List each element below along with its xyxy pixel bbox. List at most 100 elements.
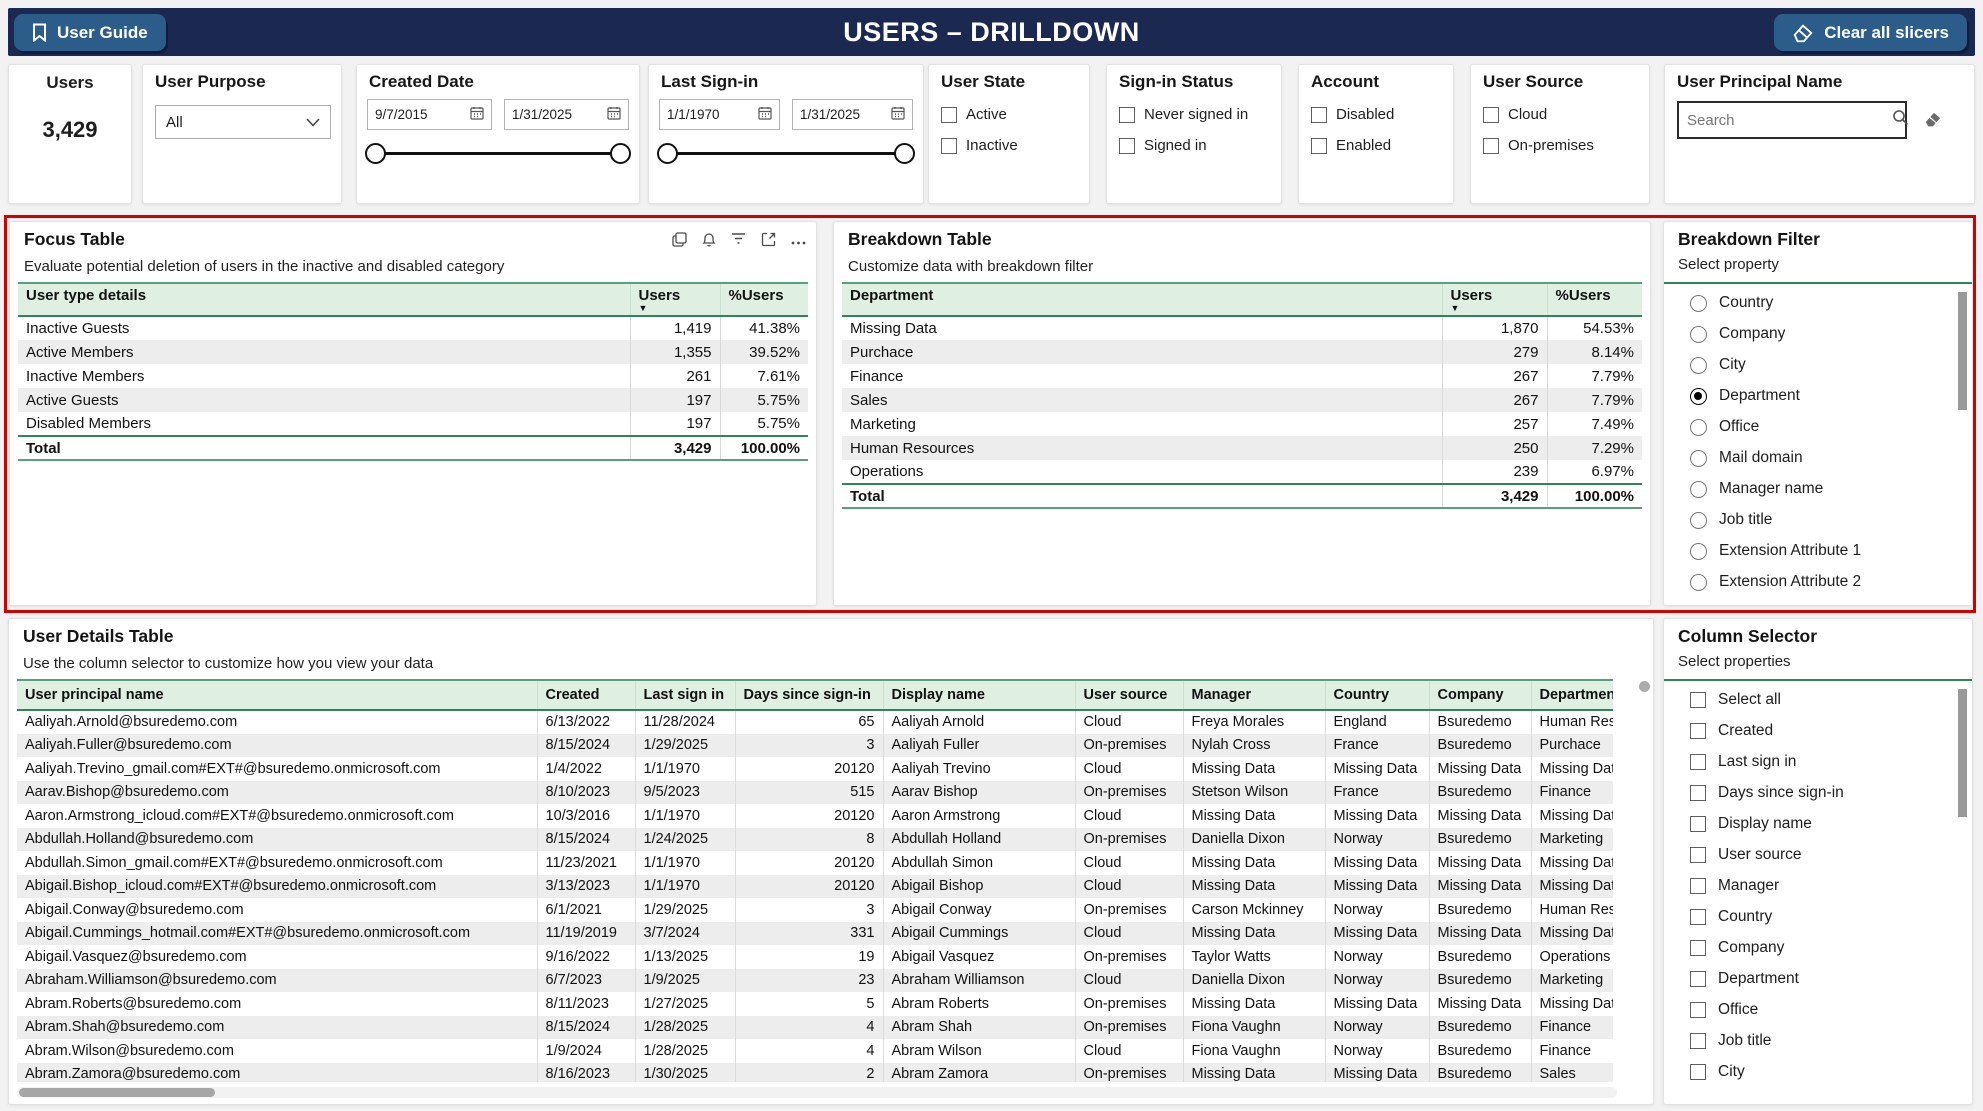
created-date-start-input[interactable]: 9/7/2015 (367, 99, 492, 130)
checkbox-disabled[interactable]: Disabled (1311, 106, 1394, 123)
vertical-scrollbar[interactable] (1958, 689, 1967, 817)
table-row[interactable]: Aaliyah.Fuller@bsuredemo.com 8/15/2024 1/2… (17, 733, 1613, 757)
column-header[interactable]: Display name (882, 679, 1075, 711)
table-row[interactable]: Inactive Guests 1,419 41.38% (18, 316, 808, 340)
radio-option-company[interactable]: Company (1690, 325, 1785, 343)
copy-icon[interactable] (672, 232, 687, 252)
vertical-scrollbar-thumb[interactable] (1639, 681, 1650, 692)
radio-option-department[interactable]: Department (1690, 387, 1800, 405)
table-row[interactable]: Abigail.Bishop_icloud.com#EXT#@bsuredemo… (17, 874, 1613, 898)
date-range-slider-track[interactable] (377, 152, 621, 155)
more-options-icon[interactable] (791, 232, 806, 252)
table-row[interactable]: Abram.Shah@bsuredemo.com 8/15/2024 1/28/20… (17, 1015, 1613, 1039)
checkbox-on-premises[interactable]: On-premises (1483, 137, 1594, 154)
radio-option-mail-domain[interactable]: Mail domain (1690, 449, 1803, 467)
column-header[interactable]: Last sign in (634, 679, 735, 711)
column-header[interactable]: Department (842, 282, 1442, 317)
radio-option-country[interactable]: Country (1690, 294, 1773, 312)
checkbox-option-department[interactable]: Department (1690, 970, 1799, 988)
checkbox-option-display-name[interactable]: Display name (1690, 815, 1812, 833)
horizontal-scrollbar-track[interactable] (17, 1087, 1617, 1098)
focus-mode-icon[interactable] (761, 232, 776, 252)
column-header[interactable]: %Users (1546, 282, 1642, 317)
table-row[interactable]: Abigail.Vasquez@bsuredemo.com 9/16/2022 1/… (17, 945, 1613, 969)
table-row[interactable]: Missing Data 1,870 54.53% (842, 316, 1642, 340)
column-header[interactable]: User type details (18, 282, 630, 317)
column-header-sorted[interactable]: Users ▼ (1441, 282, 1547, 317)
checkbox-option-user-source[interactable]: User source (1690, 846, 1802, 864)
table-row[interactable]: Active Members 1,355 39.52% (18, 340, 808, 364)
created-date-end-input[interactable]: 1/31/2025 (504, 99, 629, 130)
date-range-slider-handle-right[interactable] (894, 143, 915, 164)
checkbox-option-company[interactable]: Company (1690, 939, 1784, 957)
table-row[interactable]: Abram.Zamora@bsuredemo.com 8/16/2023 1/30/… (17, 1062, 1613, 1082)
table-row[interactable]: Abram.Roberts@bsuredemo.com 8/11/2023 1/27… (17, 992, 1613, 1016)
radio-option-extension-attribute-2[interactable]: Extension Attribute 2 (1690, 573, 1861, 591)
column-header-sorted[interactable]: Users ▼ (629, 282, 720, 317)
column-header[interactable]: User principal name (17, 679, 537, 711)
vertical-scrollbar[interactable] (1958, 292, 1967, 410)
checkbox-label: Enabled (1336, 137, 1392, 154)
table-row[interactable]: Human Resources 250 7.29% (842, 436, 1642, 460)
table-row[interactable]: Active Guests 197 5.75% (18, 388, 808, 412)
table-row[interactable]: Aaron.Armstrong_icloud.com#EXT#@bsuredem… (17, 804, 1613, 828)
table-row[interactable]: Abigail.Conway@bsuredemo.com 6/1/2021 1/29… (17, 898, 1613, 922)
eraser-icon[interactable] (1921, 107, 1945, 136)
last-signin-start-input[interactable]: 1/1/1970 (659, 99, 780, 130)
checkbox-option-office[interactable]: Office (1690, 1001, 1758, 1019)
checkbox-signed-in[interactable]: Signed in (1119, 137, 1207, 154)
search-input[interactable] (1687, 111, 1886, 129)
table-row[interactable]: Aarav.Bishop@bsuredemo.com 8/10/2023 9/5/2… (17, 780, 1613, 804)
radio-option-city[interactable]: City (1690, 356, 1746, 374)
table-row[interactable]: Abigail.Cummings_hotmail.com#EXT#@bsured… (17, 921, 1613, 945)
table-row[interactable]: Purchace 279 8.14% (842, 340, 1642, 364)
checkbox-option-city[interactable]: City (1690, 1063, 1745, 1081)
clear-all-slicers-button[interactable]: Clear all slicers (1774, 14, 1967, 51)
table-row[interactable]: Inactive Members 261 7.61% (18, 364, 808, 388)
radio-option-job-title[interactable]: Job title (1690, 511, 1772, 529)
date-range-slider-track[interactable] (669, 152, 905, 155)
checkbox-inactive[interactable]: Inactive (941, 137, 1018, 154)
checkbox-option-job-title[interactable]: Job title (1690, 1032, 1771, 1050)
table-row[interactable]: Abraham.Williamson@bsuredemo.com 6/7/2023… (17, 968, 1613, 992)
checkbox-option-created[interactable]: Created (1690, 722, 1773, 740)
date-range-slider-handle-left[interactable] (657, 143, 678, 164)
column-header[interactable]: Company (1428, 679, 1531, 711)
date-range-slider-handle-left[interactable] (365, 143, 386, 164)
table-row[interactable]: Aaliyah.Trevino_gmail.com#EXT#@bsuredemo… (17, 757, 1613, 781)
filter-icon[interactable] (731, 232, 746, 252)
checkbox-option-last-sign-in[interactable]: Last sign in (1690, 753, 1796, 771)
checkbox-never-signed-in[interactable]: Never signed in (1119, 106, 1248, 123)
table-row[interactable]: Operations 239 6.97% (842, 460, 1642, 484)
checkbox-enabled[interactable]: Enabled (1311, 137, 1391, 154)
column-header[interactable]: User source (1074, 679, 1183, 711)
table-row[interactable]: Aaliyah.Arnold@bsuredemo.com 6/13/2022 11/… (17, 710, 1613, 734)
column-header[interactable]: Department (1530, 679, 1613, 711)
column-header[interactable]: %Users (719, 282, 808, 317)
checkbox-option-select-all[interactable]: Select all (1690, 691, 1781, 709)
radio-option-extension-attribute-1[interactable]: Extension Attribute 1 (1690, 542, 1861, 560)
table-row[interactable]: Abram.Wilson@bsuredemo.com 1/9/2024 1/28/2… (17, 1039, 1613, 1063)
date-range-slider-handle-right[interactable] (610, 143, 631, 164)
checkbox-cloud[interactable]: Cloud (1483, 106, 1547, 123)
table-row[interactable]: Abdullah.Simon_gmail.com#EXT#@bsuredemo.… (17, 851, 1613, 875)
column-header[interactable]: Days since sign-in (734, 679, 883, 711)
column-header[interactable]: Created (536, 679, 635, 711)
table-row[interactable]: Disabled Members 197 5.75% (18, 412, 808, 436)
user-purpose-dropdown[interactable]: All (155, 105, 331, 139)
checkbox-option-country[interactable]: Country (1690, 908, 1772, 926)
checkbox-active[interactable]: Active (941, 106, 1007, 123)
checkbox-option-days-since-sign-in[interactable]: Days since sign-in (1690, 784, 1844, 802)
table-row[interactable]: Finance 267 7.79% (842, 364, 1642, 388)
column-header[interactable]: Country (1324, 679, 1429, 711)
checkbox-option-manager[interactable]: Manager (1690, 877, 1779, 895)
radio-option-office[interactable]: Office (1690, 418, 1759, 436)
radio-option-manager-name[interactable]: Manager name (1690, 480, 1823, 498)
last-signin-end-input[interactable]: 1/31/2025 (792, 99, 913, 130)
alert-bell-icon[interactable] (702, 232, 716, 252)
horizontal-scrollbar-thumb[interactable] (19, 1088, 215, 1097)
table-row[interactable]: Sales 267 7.79% (842, 388, 1642, 412)
table-row[interactable]: Marketing 257 7.49% (842, 412, 1642, 436)
table-row[interactable]: Abdullah.Holland@bsuredemo.com 8/15/2024 1… (17, 827, 1613, 851)
column-header[interactable]: Manager (1182, 679, 1325, 711)
